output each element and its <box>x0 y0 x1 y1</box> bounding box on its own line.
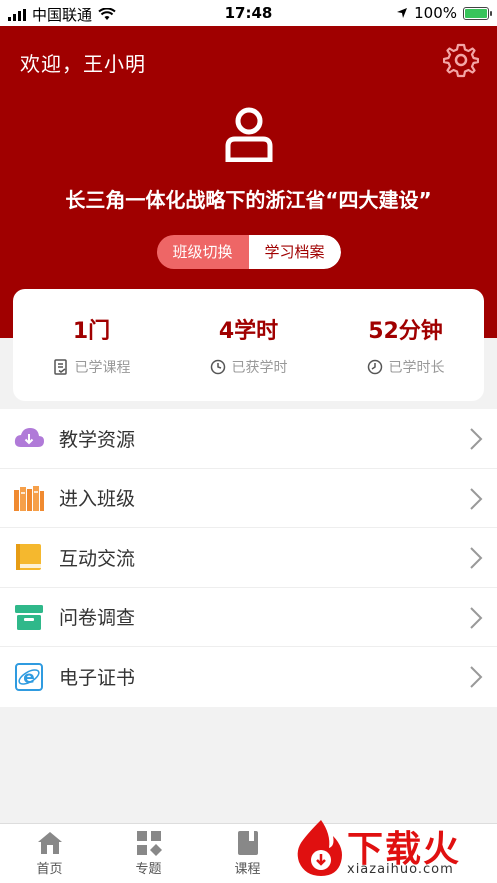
menu-item-survey[interactable]: 问卷调查 <box>0 588 497 647</box>
cloud-download-icon <box>13 422 45 454</box>
status-bar: 中国联通 17:48 100% <box>0 0 497 26</box>
archive-box-icon <box>13 601 45 633</box>
nav-courses[interactable]: 课程 <box>198 824 297 883</box>
stats-card: 1门 已学课程 4学时 已获学时 52分钟 已学时长 <box>13 289 484 401</box>
browser-e-icon: e <box>13 661 45 693</box>
stat-value: 1门 <box>72 319 111 344</box>
svg-text:e: e <box>23 668 35 688</box>
chevron-right-icon <box>470 487 483 510</box>
welcome-text: 欢迎，王小明 <box>20 52 146 76</box>
menu-item-label: 进入班级 <box>59 488 136 511</box>
chevron-right-icon <box>470 547 483 569</box>
battery-fill <box>465 8 487 18</box>
chevron-right-icon <box>470 428 483 450</box>
stat-value: 52分钟 <box>368 319 443 344</box>
avatar-icon <box>225 107 272 162</box>
battery-percent: 100% <box>414 4 457 22</box>
stat-label-row: 已学课程 <box>13 357 170 377</box>
course-list-icon <box>53 359 67 375</box>
nav-label: 首页 <box>36 862 63 877</box>
chevron-right-icon <box>470 606 483 629</box>
nav-label: 课程 <box>234 862 261 877</box>
menu-list: 教学资源 进入班级 互动交流 问卷调查 e 电子证书 <box>0 409 497 707</box>
nav-topics[interactable]: 专题 <box>99 824 198 883</box>
menu-item-enter-class[interactable]: 进入班级 <box>0 469 497 528</box>
stat-value: 4学时 <box>218 319 279 344</box>
stat-hours: 4学时 已获学时 <box>170 289 327 401</box>
gear-icon[interactable] <box>443 42 479 78</box>
books-icon <box>13 482 45 514</box>
menu-item-certificate[interactable]: e 电子证书 <box>0 647 497 707</box>
chevron-right-icon <box>470 666 483 688</box>
stat-label: 已学时长 <box>388 360 445 376</box>
stat-label: 已获学时 <box>231 360 288 376</box>
menu-item-label: 问卷调查 <box>59 607 136 630</box>
course-title: 长三角一体化战略下的浙江省“四大建设” <box>65 188 432 212</box>
study-archive-tab[interactable]: 学习档案 <box>248 235 341 269</box>
topics-grid-icon <box>136 831 162 856</box>
watermark-url: xiazaihuo.com <box>347 862 454 877</box>
stat-label: 已学课程 <box>74 360 131 376</box>
watermark-logo: 下载火 xiazaihuo.com <box>291 816 497 883</box>
course-book-icon <box>237 831 258 855</box>
switch-class-button[interactable]: 班级切换 <box>156 235 249 269</box>
menu-item-teaching-resources[interactable]: 教学资源 <box>0 409 497 469</box>
stat-courses: 1门 已学课程 <box>13 289 170 401</box>
flame-logo-icon <box>297 820 342 876</box>
status-right: 100% <box>396 4 492 22</box>
class-archive-toggle: 班级切换 学习档案 <box>156 235 341 269</box>
stat-label-row: 已获学时 <box>170 357 327 377</box>
book-icon <box>13 541 45 573</box>
nav-label: 专题 <box>135 862 162 877</box>
battery-icon <box>463 6 492 20</box>
hours-icon <box>210 359 225 375</box>
menu-item-interaction[interactable]: 互动交流 <box>0 528 497 588</box>
menu-item-label: 互动交流 <box>59 547 136 570</box>
home-icon <box>37 832 62 854</box>
clock-icon <box>367 359 382 375</box>
menu-item-label: 电子证书 <box>59 667 136 690</box>
location-arrow-icon <box>397 8 408 18</box>
stat-label-row: 已学时长 <box>327 357 484 377</box>
nav-home[interactable]: 首页 <box>0 824 99 883</box>
stat-duration: 52分钟 已学时长 <box>327 289 484 401</box>
menu-item-label: 教学资源 <box>59 428 136 451</box>
